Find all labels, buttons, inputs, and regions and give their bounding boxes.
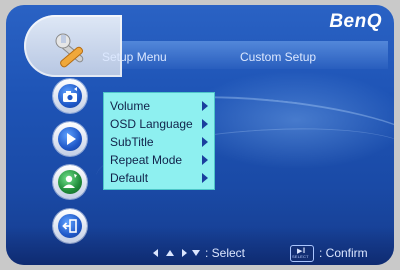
chevron-right-icon: [202, 137, 208, 147]
menu-item-default[interactable]: Default: [104, 169, 214, 187]
exit-icon: [62, 219, 77, 233]
footer-confirm-hint: : Confirm: [319, 246, 368, 260]
sidebar-item-custom-setup[interactable]: [53, 165, 87, 199]
menu-item-osd-language[interactable]: OSD Language: [104, 115, 214, 133]
setup-screen: BenQ Setup Menu Custom Setup Volume OSD …: [6, 5, 394, 265]
play-icon: [67, 133, 76, 145]
brand-logo: BenQ: [329, 11, 382, 32]
sidebar-item-photo[interactable]: [53, 79, 87, 113]
menu-item-repeat-mode[interactable]: Repeat Mode: [104, 151, 214, 169]
navigation-arrows-icon: [153, 249, 200, 257]
page-subtitle: Custom Setup: [240, 50, 317, 64]
chevron-right-icon: [202, 119, 208, 129]
menu-item-subtitle[interactable]: SubTitle: [104, 133, 214, 151]
setup-options-menu: Volume OSD Language SubTitle Repeat Mode…: [103, 92, 215, 190]
select-key-icon: SELECT ▶‖: [290, 245, 314, 262]
setup-tab: [24, 15, 122, 77]
camera-icon: [63, 87, 77, 102]
play-pause-glyph: ▶‖: [297, 248, 306, 255]
page-title: Setup Menu: [102, 50, 167, 64]
person-settings-icon: [63, 174, 77, 188]
sidebar-item-playback[interactable]: [53, 122, 87, 156]
menu-item-label: SubTitle: [110, 135, 154, 149]
sidebar-item-exit[interactable]: [53, 209, 87, 243]
tools-icon: [55, 33, 84, 68]
menu-item-label: Volume: [110, 99, 151, 113]
menu-item-label: Default: [110, 171, 149, 185]
chevron-right-icon: [202, 173, 208, 183]
chevron-right-icon: [202, 155, 208, 165]
footer-select-hint: : Select: [205, 246, 246, 260]
menu-item-volume[interactable]: Volume: [104, 97, 214, 115]
menu-item-label: Repeat Mode: [110, 153, 183, 167]
chevron-right-icon: [202, 101, 208, 111]
menu-item-label: OSD Language: [110, 117, 193, 131]
